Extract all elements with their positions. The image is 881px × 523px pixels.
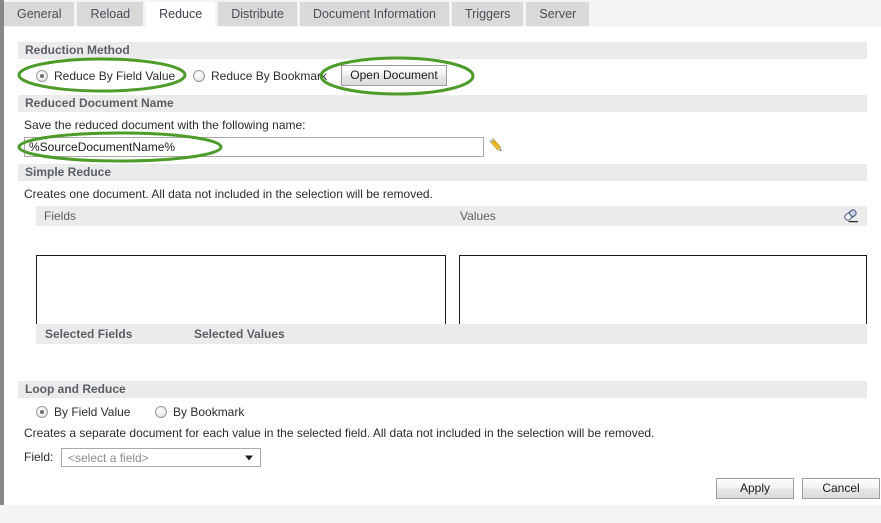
cancel-button[interactable]: Cancel (802, 478, 880, 499)
radio-reduce-by-bookmark-indicator (193, 70, 205, 82)
section-header-loop-and-reduce: Loop and Reduce (18, 381, 867, 398)
section-header-reduction-method: Reduction Method (18, 42, 867, 59)
tab-document-information[interactable]: Document Information (300, 2, 449, 26)
radio-reduce-by-bookmark-label: Reduce By Bookmark (211, 69, 328, 83)
section-header-reduced-document-name: Reduced Document Name (18, 95, 867, 112)
field-select-dropdown[interactable]: <select a field> (61, 448, 261, 467)
reduced-document-name-input[interactable] (24, 137, 484, 157)
tab-triggers[interactable]: Triggers (451, 2, 524, 26)
apply-button[interactable]: Apply (716, 478, 794, 499)
window-footer-strip (0, 505, 881, 523)
reduce-settings-panel: Reduction Method Reduce By Field Value R… (0, 27, 881, 505)
radio-reduce-by-field-value-label: Reduce By Field Value (54, 69, 176, 83)
radio-loop-by-field-value[interactable]: By Field Value (36, 405, 130, 419)
values-listbox[interactable] (459, 255, 867, 330)
selected-summary-bar: Selected Fields Selected Values (36, 324, 867, 344)
tab-server[interactable]: Server (526, 2, 590, 26)
open-document-button[interactable]: Open Document (341, 65, 447, 86)
fields-column-header-label: Fields (44, 209, 77, 223)
fields-listbox[interactable] (36, 255, 446, 330)
loop-and-reduce-description: Creates a separate document for each val… (24, 426, 655, 440)
radio-reduce-by-field-value-indicator (36, 70, 48, 82)
selected-fields-header: Selected Fields (45, 327, 133, 341)
eraser-icon[interactable] (842, 208, 859, 224)
field-select-value: <select a field> (68, 451, 149, 465)
tab-distribute[interactable]: Distribute (218, 2, 297, 26)
radio-loop-by-bookmark-indicator (155, 406, 167, 418)
tab-reload[interactable]: Reload (77, 2, 144, 26)
pencil-icon[interactable] (488, 137, 504, 155)
tab-reduce[interactable]: Reduce (146, 2, 216, 27)
radio-reduce-by-field-value[interactable]: Reduce By Field Value (36, 69, 175, 83)
field-select-label: Field: (24, 450, 54, 464)
values-column-header: Values (446, 206, 867, 226)
simple-reduce-description: Creates one document. All data not inclu… (24, 187, 433, 201)
reduced-document-name-description: Save the reduced document with the follo… (24, 118, 306, 132)
values-column-header-label: Values (460, 209, 496, 223)
radio-loop-by-bookmark-label: By Bookmark (173, 405, 245, 419)
section-header-simple-reduce: Simple Reduce (18, 164, 867, 181)
fields-column-header: Fields (36, 206, 446, 226)
tab-bar: General Reload Reduce Distribute Documen… (0, 0, 881, 27)
radio-loop-by-field-value-indicator (36, 406, 48, 418)
chevron-down-icon (245, 455, 253, 460)
radio-reduce-by-bookmark[interactable]: Reduce By Bookmark (193, 69, 327, 83)
selected-values-header: Selected Values (194, 327, 285, 341)
radio-loop-by-field-value-label: By Field Value (54, 405, 131, 419)
tab-general[interactable]: General (4, 2, 75, 26)
radio-loop-by-bookmark[interactable]: By Bookmark (155, 405, 244, 419)
